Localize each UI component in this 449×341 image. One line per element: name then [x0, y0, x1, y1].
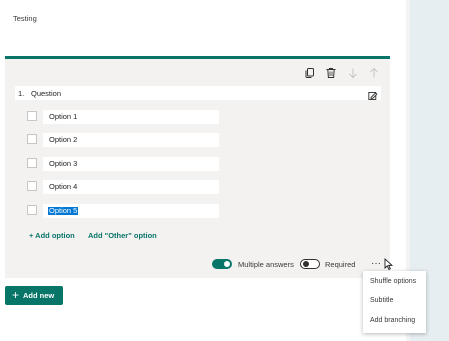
option-row: Option 5 — [27, 204, 220, 218]
option-checkbox[interactable] — [27, 111, 37, 121]
option-input[interactable]: Option 4 — [43, 180, 219, 194]
question-card-accent-bar — [5, 56, 390, 59]
toggle-knob — [303, 261, 309, 267]
option-row: Option 3 — [27, 157, 220, 171]
required-toggle[interactable] — [300, 259, 320, 269]
option-input[interactable]: Option 5 — [43, 204, 219, 218]
option-row: Option 4 — [27, 180, 220, 194]
option-row: Option 2 — [27, 133, 220, 147]
form-title[interactable]: Testing — [13, 14, 37, 23]
required-label: Required — [325, 260, 356, 269]
insert-media-icon[interactable] — [368, 88, 378, 100]
toggle-knob — [224, 261, 230, 267]
menu-item-add-branching[interactable]: Add branching — [370, 317, 415, 324]
add-new-label: Add new — [23, 291, 55, 300]
option-row: Option 1 — [27, 110, 220, 124]
option-label: Option 2 — [49, 135, 78, 144]
option-input[interactable]: Option 3 — [43, 157, 219, 171]
copy-icon[interactable] — [304, 67, 316, 79]
option-label: Option 4 — [49, 182, 78, 191]
menu-item-subtitle[interactable]: Subtitle — [370, 297, 393, 304]
add-new-button[interactable]: + Add new — [5, 286, 63, 305]
multiple-answers-label: Multiple answers — [238, 260, 294, 269]
move-up-icon[interactable] — [368, 67, 380, 79]
delete-icon[interactable] — [325, 67, 337, 79]
more-options-menu: Shuffle options Subtitle Add branching — [363, 271, 426, 333]
add-option-link[interactable]: + Add option — [29, 231, 75, 240]
question-title-field[interactable]: 1. Question — [15, 86, 381, 100]
option-checkbox[interactable] — [27, 205, 37, 215]
move-down-icon[interactable] — [347, 67, 359, 79]
multiple-answers-toggle[interactable] — [212, 259, 232, 269]
menu-item-shuffle-options[interactable]: Shuffle options — [370, 278, 416, 285]
mouse-cursor-icon — [384, 257, 394, 270]
option-label: Option 1 — [49, 112, 78, 121]
question-text[interactable]: Question — [31, 89, 61, 98]
more-options-button[interactable]: ··· — [371, 258, 381, 269]
option-label-selected: Option 5 — [48, 206, 79, 215]
option-label: Option 3 — [49, 159, 78, 168]
option-input[interactable]: Option 2 — [43, 133, 219, 147]
option-checkbox[interactable] — [27, 181, 37, 191]
question-number: 1. — [18, 89, 25, 98]
option-checkbox[interactable] — [27, 158, 37, 168]
option-checkbox[interactable] — [27, 134, 37, 144]
add-other-option-link[interactable]: Add "Other" option — [88, 231, 157, 240]
plus-icon: + — [12, 288, 20, 302]
option-input[interactable]: Option 1 — [43, 110, 219, 124]
